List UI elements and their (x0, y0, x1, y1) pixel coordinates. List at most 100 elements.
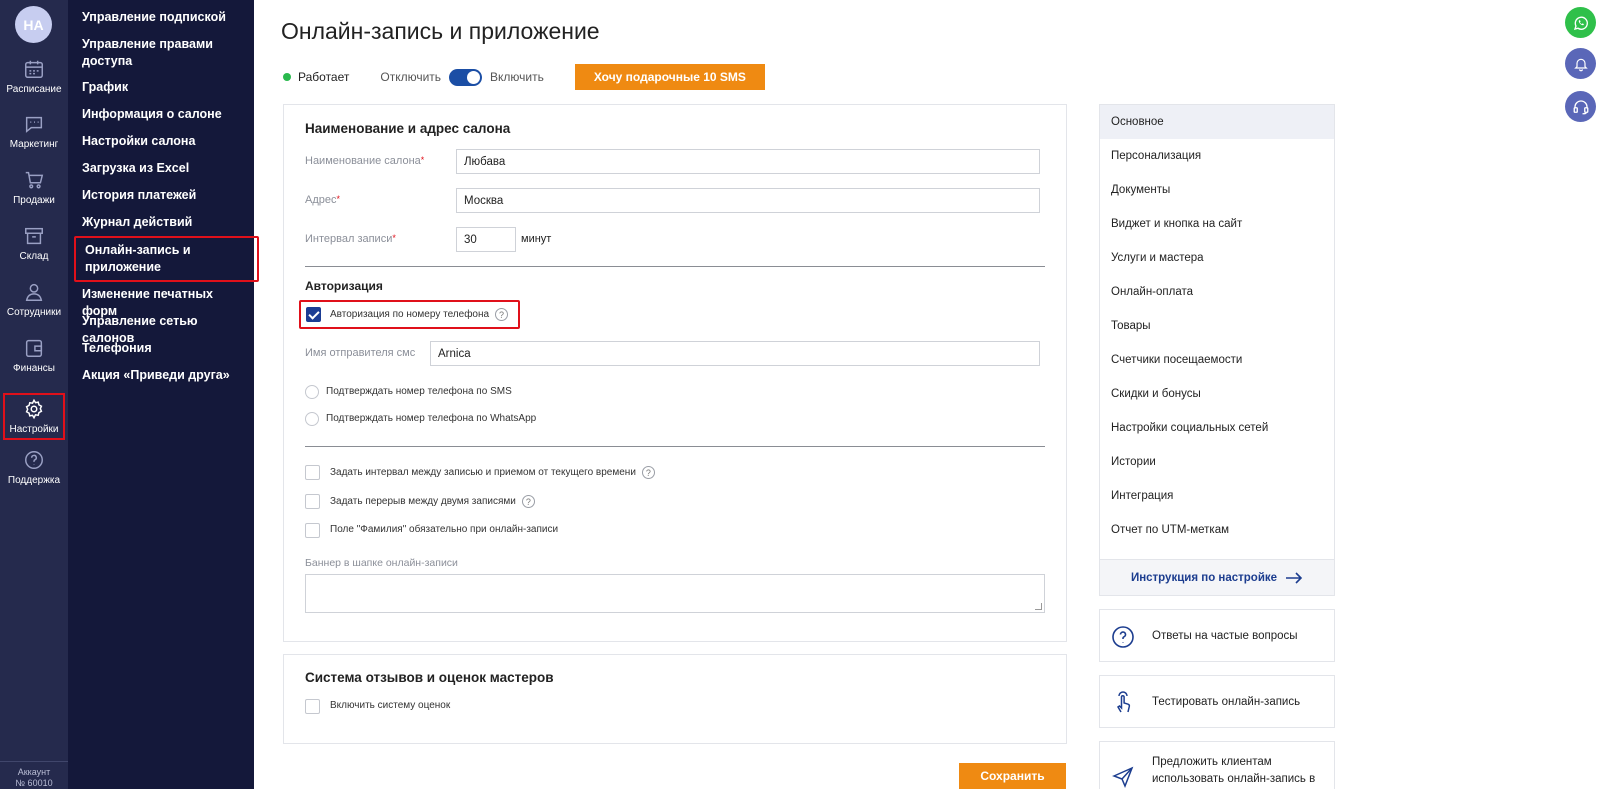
disable-label[interactable]: Отключить (380, 70, 441, 84)
whatsapp-button[interactable] (1565, 7, 1596, 38)
interval-input[interactable]: 30 (456, 227, 516, 252)
address-label: Адрес* (305, 194, 341, 206)
rail-item-schedule[interactable]: Расписание (0, 58, 68, 110)
interval-from-now-label: Задать интервал между записью и приемом … (330, 466, 655, 479)
sender-name-input[interactable]: Arnica (430, 341, 1040, 366)
surname-required-checkbox[interactable] (305, 523, 320, 538)
account-info[interactable]: Аккаунт № 60010 (0, 761, 68, 789)
break-between-checkbox[interactable] (305, 494, 320, 509)
confirm-sms-radio[interactable] (305, 385, 319, 399)
box-icon (25, 227, 43, 245)
settings-submenu: Управление подпиской Управление правами … (68, 0, 259, 789)
submenu-action-log[interactable]: Журнал действий (82, 214, 250, 231)
save-button[interactable]: Сохранить (959, 763, 1066, 789)
submenu-schedule[interactable]: График (82, 79, 250, 96)
phone-auth-label: Авторизация по номеру телефона? (330, 308, 509, 321)
submenu-subscription[interactable]: Управление подпиской (82, 9, 250, 26)
submenu-salon-settings[interactable]: Настройки салона (82, 133, 250, 150)
notifications-button[interactable] (1565, 48, 1596, 79)
offer-clients-label: Предложить клиентам использовать онлайн-… (1152, 756, 1316, 785)
banner-textarea[interactable] (305, 574, 1045, 613)
rail-item-staff[interactable]: Сотрудники (0, 281, 68, 333)
online-booking-toggle[interactable] (449, 68, 483, 86)
rail-item-label: Расписание (6, 84, 62, 95)
submenu-access-rights[interactable]: Управление правами доступа (82, 36, 250, 70)
faq-card[interactable]: Ответы на частые вопросы (1099, 609, 1335, 662)
confirm-whatsapp-radio[interactable] (305, 412, 319, 426)
icon-rail: НА Расписание Маркетинг Продажи Склад Со… (0, 0, 68, 789)
break-between-label: Задать перерыв между двумя записями? (330, 495, 535, 508)
rail-item-label: Поддержка (7, 475, 61, 486)
rnav-item-services[interactable]: Услуги и мастера (1100, 241, 1334, 275)
test-booking-card[interactable]: Тестировать онлайн-запись (1099, 675, 1335, 728)
rnav-item-widget[interactable]: Виджет и кнопка на сайт (1100, 207, 1334, 241)
tap-finger-icon (1110, 690, 1136, 716)
address-input[interactable]: Москва (456, 188, 1040, 213)
salon-section-title: Наименование и адрес салона (305, 121, 511, 136)
bell-icon (1573, 58, 1588, 71)
interval-unit: минут (521, 233, 552, 245)
submenu-payment-history[interactable]: История платежей (82, 187, 250, 204)
chat-icon (25, 116, 43, 133)
user-icon (25, 283, 43, 301)
wallet-icon (25, 339, 43, 357)
account-number: № 60010 (15, 778, 53, 788)
headset-icon (1573, 99, 1588, 114)
rail-item-label: Маркетинг (9, 139, 59, 150)
arrow-right-icon (1286, 571, 1303, 584)
enable-label[interactable]: Включить (490, 70, 544, 84)
rnav-item-discounts[interactable]: Скидки и бонусы (1100, 377, 1334, 411)
status-row: Работает Отключить Включить Хочу подароч… (283, 64, 765, 90)
rail-item-sales[interactable]: Продажи (0, 169, 68, 221)
rnav-item-stories[interactable]: Истории (1100, 445, 1334, 479)
rail-item-finance[interactable]: Финансы (0, 337, 68, 389)
rnav-item-documents[interactable]: Документы (1100, 173, 1334, 207)
enable-reviews-label: Включить систему оценок (330, 700, 451, 711)
submenu-refer-friend[interactable]: Акция «Приведи друга» (82, 367, 250, 384)
section-divider (305, 446, 1045, 447)
rnav-item-online-payment[interactable]: Онлайн-оплата (1100, 275, 1334, 309)
rnav-item-social[interactable]: Настройки социальных сетей (1100, 411, 1334, 445)
rnav-item-goods[interactable]: Товары (1100, 309, 1334, 343)
reviews-section-title: Система отзывов и оценок мастеров (305, 670, 554, 685)
rail-item-label: Склад (19, 251, 49, 262)
help-circle-icon[interactable]: ? (521, 495, 535, 508)
rnav-item-integration[interactable]: Интеграция (1100, 479, 1334, 513)
rail-item-label: Настройки (9, 424, 59, 435)
setup-guide-link[interactable]: Инструкция по настройке (1100, 559, 1334, 595)
rnav-item-utm[interactable]: Отчет по UTM-меткам (1100, 513, 1334, 547)
submenu-excel-import[interactable]: Загрузка из Excel (82, 160, 250, 177)
paper-plane-icon (1110, 764, 1136, 789)
rnav-item-counters[interactable]: Счетчики посещаемости (1100, 343, 1334, 377)
phone-auth-checkbox[interactable] (306, 307, 321, 322)
support-button[interactable] (1565, 91, 1596, 122)
rail-item-marketing[interactable]: Маркетинг (0, 113, 68, 165)
rail-item-label: Продажи (13, 195, 55, 206)
setup-guide-label: Инструкция по настройке (1130, 571, 1278, 584)
rail-item-warehouse[interactable]: Склад (0, 225, 68, 277)
rail-item-settings[interactable]: Настройки (3, 393, 65, 440)
auth-section-title: Авторизация (305, 279, 383, 293)
offer-clients-card[interactable]: Предложить клиентам использовать онлайн-… (1099, 741, 1335, 789)
rnav-item-personalization[interactable]: Персонализация (1100, 139, 1334, 173)
rnav-item-main[interactable]: Основное (1100, 105, 1334, 139)
confirm-whatsapp-label: Подтверждать номер телефона по WhatsApp (326, 413, 537, 424)
calendar-icon (25, 60, 43, 78)
salon-name-label: Наименование салона* (305, 155, 425, 167)
help-circle-icon[interactable]: ? (495, 308, 509, 321)
rail-item-support[interactable]: Поддержка (0, 449, 68, 501)
avatar[interactable]: НА (15, 6, 52, 43)
gift-sms-button[interactable]: Хочу подарочные 10 SMS (574, 64, 765, 90)
interval-label: Интервал записи* (305, 233, 396, 245)
help-circle-icon[interactable]: ? (641, 466, 655, 479)
page-title: Онлайн-запись и приложение (281, 18, 600, 44)
help-icon (25, 451, 43, 469)
enable-reviews-checkbox[interactable] (305, 699, 320, 714)
interval-from-now-checkbox[interactable] (305, 465, 320, 480)
salon-name-input[interactable]: Любава (456, 149, 1040, 174)
submenu-online-booking[interactable]: Онлайн-запись и приложение (74, 236, 259, 282)
surname-required-label: Поле "Фамилия" обязательно при онлайн-за… (330, 524, 559, 535)
reviews-card: Система отзывов и оценок мастеров Включи… (283, 654, 1067, 744)
submenu-telephony[interactable]: Телефония (82, 340, 250, 357)
submenu-salon-info[interactable]: Информация о салоне (82, 106, 250, 123)
